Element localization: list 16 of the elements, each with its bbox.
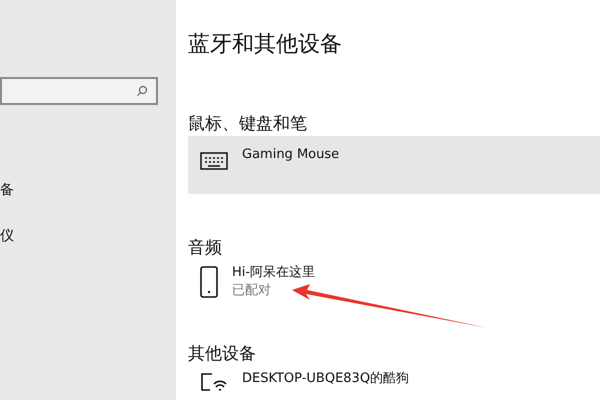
device-name: Hi-阿呆在这里 xyxy=(232,264,316,282)
search-icon xyxy=(136,85,148,97)
keyboard-icon xyxy=(200,152,228,170)
phone-icon xyxy=(200,266,218,298)
search-field[interactable] xyxy=(0,77,158,105)
section-heading: 音频 xyxy=(188,237,222,260)
sidebar-item[interactable]: 备 xyxy=(0,180,14,200)
device-status: 已配对 xyxy=(232,282,271,300)
section-heading: 其他设备 xyxy=(188,343,256,366)
wireless-display-icon xyxy=(200,372,228,392)
device-name: Gaming Mouse xyxy=(242,146,340,164)
sidebar-item[interactable]: 仪 xyxy=(0,226,14,246)
page-title: 蓝牙和其他设备 xyxy=(188,31,342,59)
device-name: DESKTOP-UBQE83Q的酷狗 xyxy=(242,370,410,388)
section-heading: 鼠标、键盘和笔 xyxy=(188,113,307,136)
device-item[interactable]: Gaming Mouse xyxy=(188,136,600,194)
